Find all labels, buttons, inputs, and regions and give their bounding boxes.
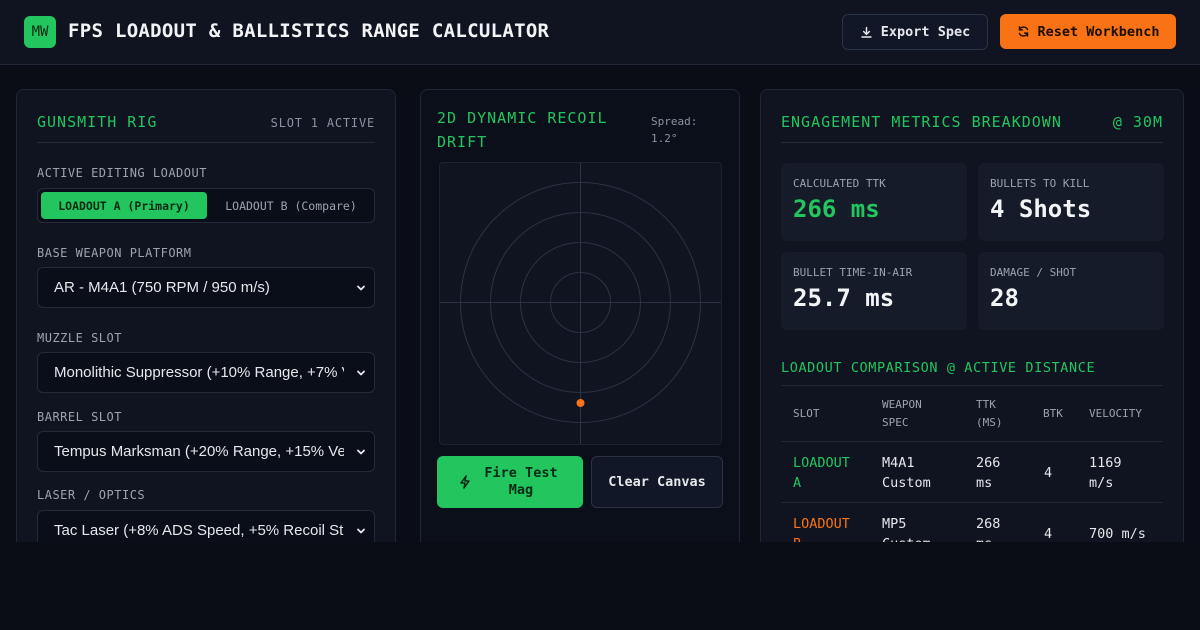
spread-label: Spread: — [651, 115, 698, 128]
spread-readout: Spread: 1.2° — [651, 113, 697, 147]
download-icon — [861, 26, 872, 38]
row-a-slot: LOADOUT A — [793, 453, 850, 493]
time-in-air-value: 25.7 ms — [793, 284, 895, 312]
weapon-platform-value: AR - M4A1 (750 RPM / 950 m/s) — [54, 279, 270, 296]
recoil-canvas[interactable] — [439, 162, 722, 445]
loadout-a-tab[interactable]: LOADOUT A (Primary) — [41, 192, 207, 219]
reset-workbench-button[interactable]: Reset Workbench — [1000, 14, 1176, 49]
cell-line: A — [793, 475, 802, 491]
weapon-platform-label: BASE WEAPON PLATFORM — [37, 246, 192, 260]
muzzle-slot-value: Monolithic Suppressor (+10% Range, +7% V… — [54, 364, 344, 381]
barrel-slot-value: Tempus Marksman (+20% Range, +15% Veloci… — [54, 443, 344, 460]
chevron-down-icon — [357, 370, 365, 376]
ttk-label: CALCULATED TTK — [793, 177, 886, 190]
chevron-down-icon — [357, 528, 365, 534]
gunsmith-panel: GUNSMITH RIG SLOT 1 ACTIVE ACTIVE EDITIN… — [16, 89, 396, 589]
col-btk: BTK — [1043, 407, 1063, 420]
col-velocity: VELOCITY — [1089, 407, 1142, 420]
divider — [781, 502, 1163, 503]
cell-line: MP5 — [882, 516, 907, 532]
col-header-line: WEAPON — [882, 398, 922, 411]
row-b-btk: 4 — [1044, 526, 1053, 542]
metrics-title: ENGAGEMENT METRICS BREAKDOWN — [781, 113, 1062, 131]
laser-optics-value: Tac Laser (+8% ADS Speed, +5% Recoil Sta… — [54, 522, 344, 539]
divider — [781, 142, 1163, 143]
cell-line: LOADOUT — [793, 455, 850, 471]
editing-loadout-label: ACTIVE EDITING LOADOUT — [37, 166, 207, 180]
recoil-title-line: 2D DYNAMIC RECOIL — [437, 109, 608, 127]
fire-test-mag-button[interactable]: Fire Test Mag — [437, 456, 583, 508]
recoil-title-line: DRIFT — [437, 133, 488, 151]
damage-value: 28 — [990, 284, 1019, 312]
app-logo: MW — [24, 16, 56, 48]
btk-card: BULLETS TO KILL 4 Shots — [978, 163, 1164, 241]
muzzle-slot-select[interactable]: Monolithic Suppressor (+10% Range, +7% V… — [37, 352, 375, 393]
weapon-platform-select[interactable]: AR - M4A1 (750 RPM / 950 m/s) — [37, 267, 375, 308]
lightning-icon — [460, 475, 470, 489]
page-background — [0, 542, 1200, 630]
laser-optics-label: LASER / OPTICS — [37, 488, 146, 502]
loadout-b-tab[interactable]: LOADOUT B (Compare) — [210, 192, 372, 219]
barrel-slot-label: BARREL SLOT — [37, 410, 122, 424]
slot-status: SLOT 1 ACTIVE — [270, 116, 375, 130]
damage-label: DAMAGE / SHOT — [990, 266, 1077, 279]
export-spec-button[interactable]: Export Spec — [842, 14, 988, 50]
btk-value: 4 Shots — [990, 195, 1092, 223]
cell-line: m/s — [1089, 475, 1114, 491]
time-in-air-card: BULLET TIME-IN-AIR 25.7 ms — [781, 252, 967, 330]
divider — [781, 441, 1163, 442]
row-a-btk: 4 — [1044, 465, 1053, 481]
col-header-line: (MS) — [976, 416, 1003, 429]
refresh-icon — [1018, 26, 1028, 37]
app-title: FPS LOADOUT & BALLISTICS RANGE CALCULATO… — [68, 20, 550, 42]
clear-canvas-button[interactable]: Clear Canvas — [591, 456, 723, 508]
cell-line: M4A1 — [882, 455, 915, 471]
cell-line: 1169 — [1089, 455, 1122, 471]
recoil-title: 2D DYNAMIC RECOIL DRIFT — [437, 106, 608, 154]
loadout-toggle: LOADOUT A (Primary) LOADOUT B (Compare) — [37, 188, 375, 223]
gunsmith-title: GUNSMITH RIG — [37, 113, 158, 131]
distance-readout: @ 30M — [1112, 113, 1163, 131]
recoil-panel: 2D DYNAMIC RECOIL DRIFT Spread: 1.2° Fir… — [420, 89, 740, 589]
fire-test-mag-label: Fire Test Mag — [481, 465, 561, 499]
cell-line: 268 — [976, 516, 1001, 532]
divider — [37, 142, 375, 143]
row-b-velocity: 700 m/s — [1089, 526, 1146, 542]
damage-card: DAMAGE / SHOT 28 — [978, 252, 1164, 330]
ttk-value: 266 ms — [793, 195, 880, 223]
row-a-ttk: 266 ms — [976, 453, 1000, 493]
chevron-down-icon — [357, 285, 365, 291]
spread-value: 1.2° — [651, 132, 678, 145]
impact-point — [576, 399, 585, 407]
row-a-velocity: 1169 m/s — [1089, 453, 1122, 493]
col-header-line: SPEC — [882, 416, 909, 429]
cell-line: 266 — [976, 455, 1001, 471]
ttk-card: CALCULATED TTK 266 ms — [781, 163, 967, 241]
col-ttk: TTK (MS) — [976, 396, 1003, 432]
reset-workbench-label: Reset Workbench — [1037, 23, 1160, 40]
col-weapon-spec: WEAPON SPEC — [882, 396, 922, 432]
cell-line: LOADOUT — [793, 516, 850, 532]
app-header: MW FPS LOADOUT & BALLISTICS RANGE CALCUL… — [0, 0, 1200, 65]
muzzle-slot-label: MUZZLE SLOT — [37, 331, 122, 345]
chevron-down-icon — [357, 449, 365, 455]
comparison-title: LOADOUT COMPARISON @ ACTIVE DISTANCE — [781, 360, 1096, 376]
col-header-line: TTK — [976, 398, 996, 411]
fire-label-line: Fire Test — [484, 465, 558, 481]
metrics-panel: ENGAGEMENT METRICS BREAKDOWN @ 30M CALCU… — [760, 89, 1184, 589]
col-slot: SLOT — [793, 407, 820, 420]
barrel-slot-select[interactable]: Tempus Marksman (+20% Range, +15% Veloci… — [37, 431, 375, 472]
recoil-target — [440, 163, 721, 444]
row-a-spec: M4A1 Custom — [882, 453, 931, 493]
export-spec-label: Export Spec — [880, 24, 971, 40]
cell-line: Custom — [882, 475, 931, 491]
btk-label: BULLETS TO KILL — [990, 177, 1090, 190]
time-in-air-label: BULLET TIME-IN-AIR — [793, 266, 913, 279]
fire-label-line: Mag — [508, 482, 534, 498]
divider — [781, 385, 1163, 386]
cell-line: ms — [976, 475, 993, 491]
